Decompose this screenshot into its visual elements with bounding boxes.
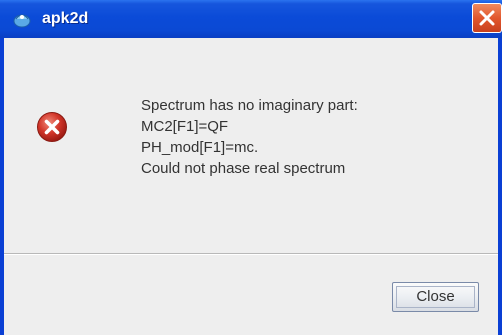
message-line: PH_mod[F1]=mc.: [141, 139, 259, 156]
message-line: Spectrum has no imaginary part:: [141, 97, 358, 114]
app-icon: [12, 9, 32, 29]
error-icon: [36, 111, 68, 143]
focus-ring: [396, 286, 475, 308]
dialog-window: apk2d Spectrum has no imaginary part: MC…: [0, 0, 502, 335]
dialog-body: Spectrum has no imaginary part: MC2[F1]=…: [4, 38, 498, 335]
window-title: apk2d: [42, 10, 89, 27]
message-line: Could not phase real spectrum: [141, 160, 346, 177]
message-line: MC2[F1]=QF: [141, 118, 229, 135]
error-message: Spectrum has no imaginary part: MC2[F1]=…: [141, 95, 358, 179]
close-button[interactable]: Close: [392, 282, 479, 312]
close-icon[interactable]: [472, 3, 502, 33]
separator: [4, 253, 498, 255]
title-bar[interactable]: apk2d: [0, 0, 502, 38]
